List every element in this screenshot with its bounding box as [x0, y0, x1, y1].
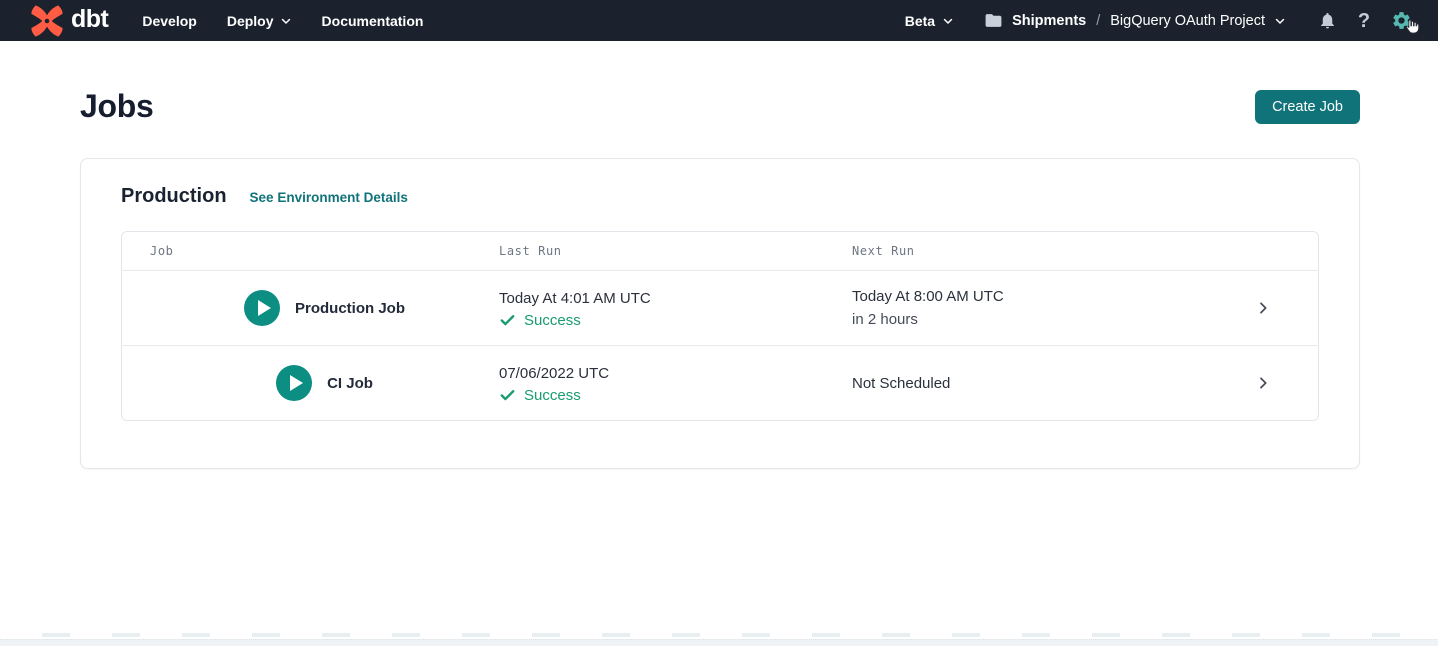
- job-cell: Production Job: [122, 271, 499, 345]
- next-run-time: Today At 8:00 AM UTC: [852, 286, 1197, 307]
- check-icon: [499, 312, 516, 329]
- bottom-bar: [0, 639, 1438, 646]
- see-environment-details-link[interactable]: See Environment Details: [250, 190, 408, 205]
- brand-text: dbt: [71, 7, 108, 35]
- play-icon: [258, 300, 271, 316]
- nav-item-label: Develop: [142, 13, 196, 29]
- notifications-button[interactable]: [1316, 10, 1338, 32]
- chevron-down-icon: [942, 15, 954, 27]
- settings-button[interactable]: [1390, 10, 1412, 32]
- next-run-note: in 2 hours: [852, 309, 1197, 330]
- column-header-last-run: Last Run: [499, 232, 852, 270]
- nav-item-develop[interactable]: Develop: [142, 13, 196, 29]
- status-label: Success: [524, 312, 581, 329]
- nav-item-deploy[interactable]: Deploy: [227, 13, 292, 29]
- dbt-logo[interactable]: dbt: [30, 4, 108, 38]
- last-run-status: Success: [499, 312, 852, 329]
- job-name: Production Job: [295, 300, 405, 317]
- job-cell: CI Job: [122, 346, 499, 420]
- last-run-status: Success: [499, 387, 852, 404]
- next-run-time: Not Scheduled: [852, 373, 1197, 394]
- play-icon: [290, 375, 303, 391]
- chevron-right-icon[interactable]: [1255, 300, 1271, 316]
- check-icon: [499, 387, 516, 404]
- next-run-cell: Today At 8:00 AM UTC in 2 hours: [852, 271, 1197, 345]
- table-row-ci-job[interactable]: CI Job 07/06/2022 UTC Success Not Schedu…: [122, 345, 1318, 420]
- beta-dropdown[interactable]: Beta: [905, 13, 954, 29]
- row-chevron-cell: [1197, 271, 1318, 345]
- jobs-table: Job Last Run Next Run Production Job Tod…: [121, 231, 1319, 421]
- chevron-right-icon[interactable]: [1255, 375, 1271, 391]
- last-run-cell: 07/06/2022 UTC Success: [499, 346, 852, 420]
- jobs-table-header: Job Last Run Next Run: [122, 232, 1318, 270]
- last-run-time: Today At 4:01 AM UTC: [499, 288, 852, 309]
- top-navbar: dbt Develop Deploy Documentation Beta Sh…: [0, 0, 1438, 41]
- main-content: Jobs Create Job Production See Environme…: [0, 88, 1438, 469]
- last-run-cell: Today At 4:01 AM UTC Success: [499, 271, 852, 345]
- next-run-cell: Not Scheduled: [852, 346, 1197, 420]
- nav-item-label: Documentation: [322, 13, 424, 29]
- gear-icon: [1391, 10, 1412, 31]
- environment-card: Production See Environment Details Job L…: [80, 158, 1360, 469]
- project-name: BigQuery OAuth Project: [1110, 13, 1265, 29]
- row-chevron-cell: [1197, 346, 1318, 420]
- run-job-button[interactable]: [244, 290, 280, 326]
- column-header-spacer: [1197, 232, 1318, 270]
- chevron-down-icon: [1274, 15, 1286, 27]
- question-mark-icon: ?: [1358, 11, 1370, 31]
- beta-label: Beta: [905, 13, 935, 29]
- column-header-next-run: Next Run: [852, 232, 1197, 270]
- page-title: Jobs: [80, 88, 154, 125]
- environment-header: Production See Environment Details: [121, 185, 1319, 208]
- create-job-button[interactable]: Create Job: [1255, 90, 1360, 124]
- column-header-job: Job: [122, 232, 499, 270]
- status-label: Success: [524, 387, 581, 404]
- title-row: Jobs Create Job: [80, 88, 1360, 125]
- help-button[interactable]: ?: [1353, 10, 1375, 32]
- job-name: CI Job: [327, 375, 373, 392]
- navbar-right: Beta Shipments / BigQuery OAuth Project …: [905, 10, 1412, 32]
- project-breadcrumb[interactable]: Shipments / BigQuery OAuth Project: [984, 11, 1286, 30]
- chevron-down-icon: [280, 15, 292, 27]
- nav-item-documentation[interactable]: Documentation: [322, 13, 424, 29]
- breadcrumb-separator: /: [1095, 13, 1101, 29]
- bell-icon: [1318, 11, 1337, 30]
- last-run-time: 07/06/2022 UTC: [499, 363, 852, 384]
- folder-icon: [984, 11, 1003, 30]
- primary-nav: Develop Deploy Documentation: [142, 13, 423, 29]
- bottom-dashed-divider: [0, 633, 1438, 637]
- account-name: Shipments: [1012, 13, 1086, 29]
- nav-item-label: Deploy: [227, 13, 274, 29]
- table-row-production-job[interactable]: Production Job Today At 4:01 AM UTC Succ…: [122, 270, 1318, 345]
- navbar-icon-group: ?: [1316, 10, 1412, 32]
- run-job-button[interactable]: [276, 365, 312, 401]
- dbt-flame-icon: [30, 4, 64, 38]
- environment-name: Production: [121, 185, 227, 208]
